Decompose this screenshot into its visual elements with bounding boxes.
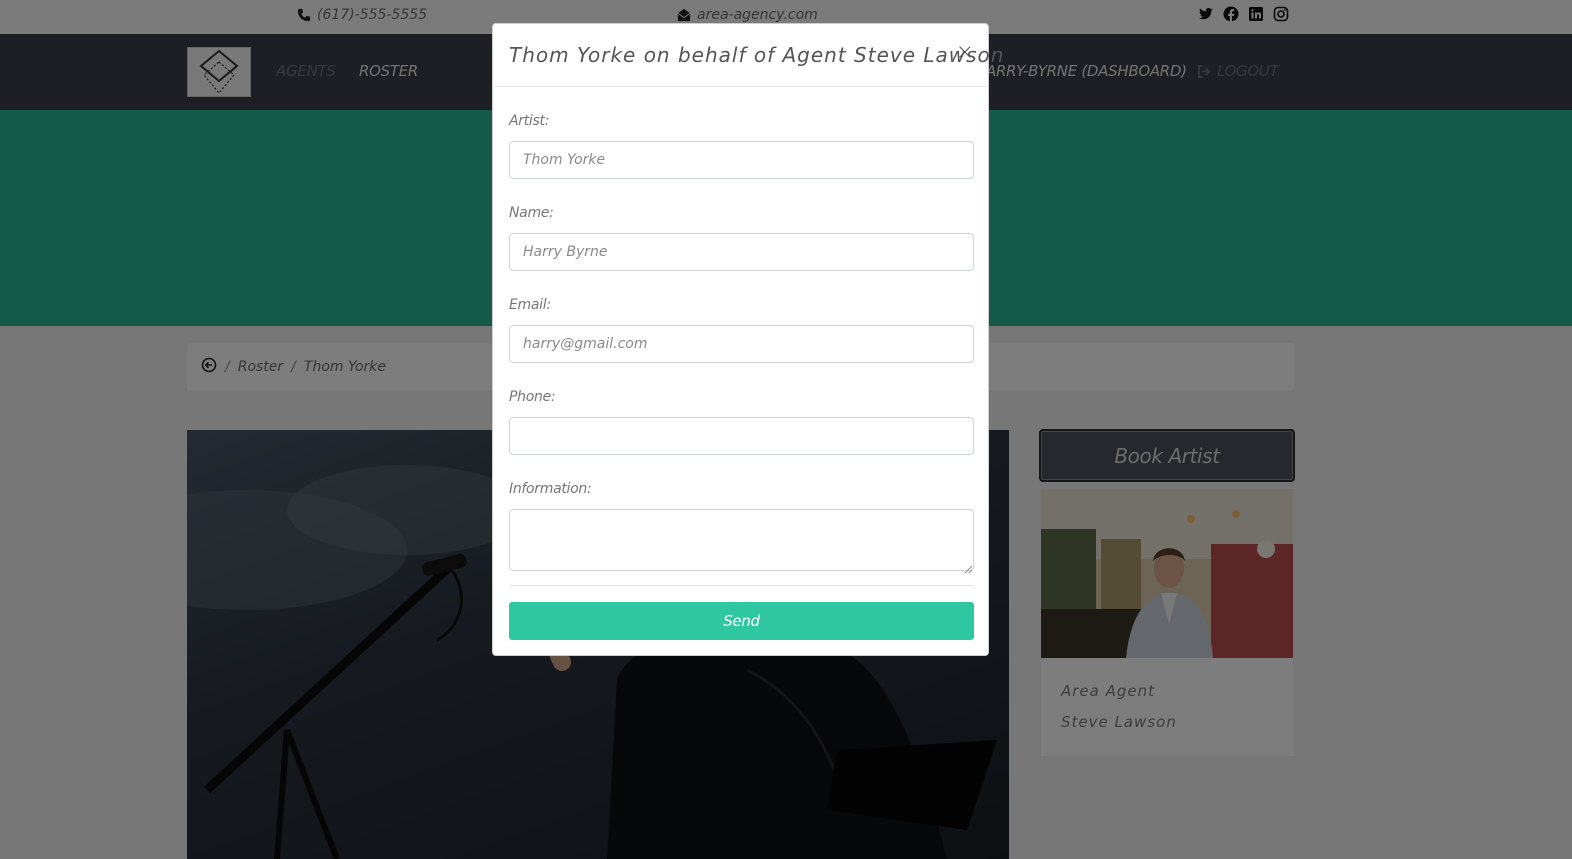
information-field[interactable] [509,509,974,571]
modal-header: Thom Yorke on behalf of Agent Steve Laws… [493,24,1003,87]
email-label: Email: [509,297,551,313]
send-button[interactable]: Send [509,602,974,640]
modal-divider [509,585,974,586]
modal-title: Thom Yorke on behalf of Agent Steve Laws… [509,43,1005,67]
email-field[interactable] [509,325,974,363]
artist-field[interactable] [509,141,974,179]
phone-field[interactable] [509,417,974,455]
name-label: Name: [509,205,554,221]
information-label: Information: [509,481,592,497]
phone-label: Phone: [509,389,556,405]
artist-label: Artist: [509,113,550,129]
close-button[interactable]: × [956,42,974,64]
booking-modal: Thom Yorke on behalf of Agent Steve Laws… [492,23,1003,656]
name-field[interactable] [509,233,974,271]
resize-grip-icon[interactable] [963,559,973,574]
